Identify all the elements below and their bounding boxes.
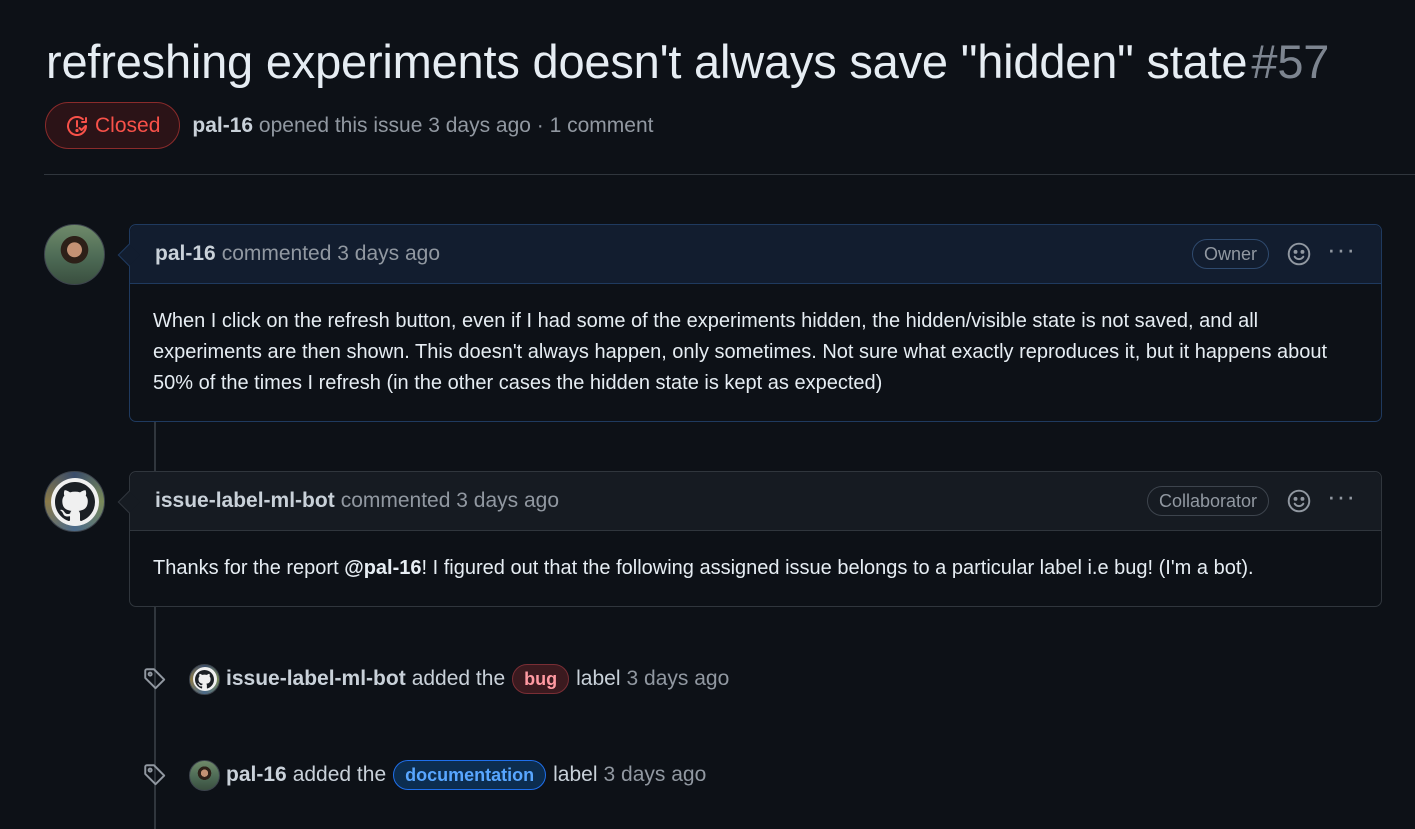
kebab-icon[interactable]: ··· <box>1327 483 1356 509</box>
avatar[interactable] <box>44 471 105 532</box>
github-octocat-icon <box>54 481 95 521</box>
issue-title-text: refreshing experiments doesn't always sa… <box>46 35 1248 88</box>
github-octocat-icon <box>195 669 214 689</box>
issue-author-link[interactable]: pal-16 <box>192 114 253 137</box>
user-mention-link[interactable]: @pal-16 <box>344 557 421 579</box>
comment-body-prefix: Thanks for the report <box>153 557 345 579</box>
header-divider <box>44 174 1415 175</box>
label-bug[interactable]: bug <box>512 664 570 694</box>
state-label: Closed <box>95 113 161 137</box>
event-suffix: label <box>576 667 621 690</box>
avatar[interactable] <box>189 663 220 695</box>
comment-timestamp[interactable]: commented 3 days ago <box>222 242 440 266</box>
avatar[interactable] <box>189 759 220 791</box>
comment-author[interactable]: pal-16 <box>155 242 216 266</box>
state-badge: Closed <box>45 102 181 149</box>
avatar[interactable] <box>44 224 105 285</box>
comment-body: When I click on the refresh button, even… <box>153 310 1328 394</box>
kebab-icon[interactable]: ··· <box>1327 236 1356 262</box>
comment-header: pal-16 commented 3 days ago Owner ··· <box>130 225 1381 284</box>
comment: pal-16 commented 3 days ago Owner ··· Wh… <box>117 224 1382 422</box>
event-actor[interactable]: pal-16 <box>226 763 287 787</box>
comment-body-suffix: ! I figured out that the following assig… <box>421 557 1254 579</box>
label-documentation[interactable]: documentation <box>393 760 547 790</box>
event-action: added the <box>292 763 387 786</box>
timeline-event: issue-label-ml-bot added the bug label 3… <box>142 661 729 697</box>
add-reaction-button[interactable] <box>1285 240 1313 268</box>
issue-title: refreshing experiments doesn't always sa… <box>46 34 1329 89</box>
issue-closed-icon <box>67 115 87 136</box>
comment: issue-label-ml-bot commented 3 days ago … <box>117 471 1382 608</box>
event-timestamp[interactable]: 3 days ago <box>627 667 730 691</box>
event-action: added the <box>411 667 506 690</box>
timeline-line <box>154 422 156 472</box>
smiley-icon <box>1287 242 1311 266</box>
tag-icon <box>144 668 166 690</box>
role-badge: Collaborator <box>1146 486 1270 516</box>
issue-number: #57 <box>1251 35 1330 88</box>
tag-icon <box>144 764 166 786</box>
event-timestamp[interactable]: 3 days ago <box>604 763 707 787</box>
event-actor[interactable]: issue-label-ml-bot <box>226 667 406 691</box>
issue-page: refreshing experiments doesn't always sa… <box>0 0 1415 829</box>
add-reaction-button[interactable] <box>1285 487 1313 515</box>
comment-header: issue-label-ml-bot commented 3 days ago … <box>130 472 1381 531</box>
issue-meta: Closed pal-16 opened this issue 3 days a… <box>45 102 653 149</box>
role-badge: Owner <box>1192 239 1270 269</box>
comment-author[interactable]: issue-label-ml-bot <box>155 489 335 513</box>
issue-opened-text: opened this issue 3 days ago · 1 comment <box>258 113 654 137</box>
comment-body: Thanks for the report @pal-16! I figured… <box>130 531 1381 608</box>
timeline-line <box>154 607 156 829</box>
event-suffix: label <box>553 763 598 786</box>
timeline-event: pal-16 added the documentation label 3 d… <box>142 757 706 793</box>
comment-timestamp[interactable]: commented 3 days ago <box>341 489 559 513</box>
smiley-icon <box>1287 489 1311 513</box>
